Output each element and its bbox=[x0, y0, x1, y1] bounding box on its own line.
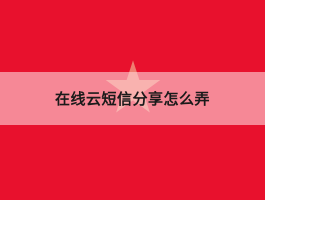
title-overlay: 在线云短信分享怎么弄 bbox=[0, 72, 265, 125]
banner-title: 在线云短信分享怎么弄 bbox=[54, 90, 210, 108]
cover-banner: 在线云短信分享怎么弄 bbox=[0, 0, 265, 200]
